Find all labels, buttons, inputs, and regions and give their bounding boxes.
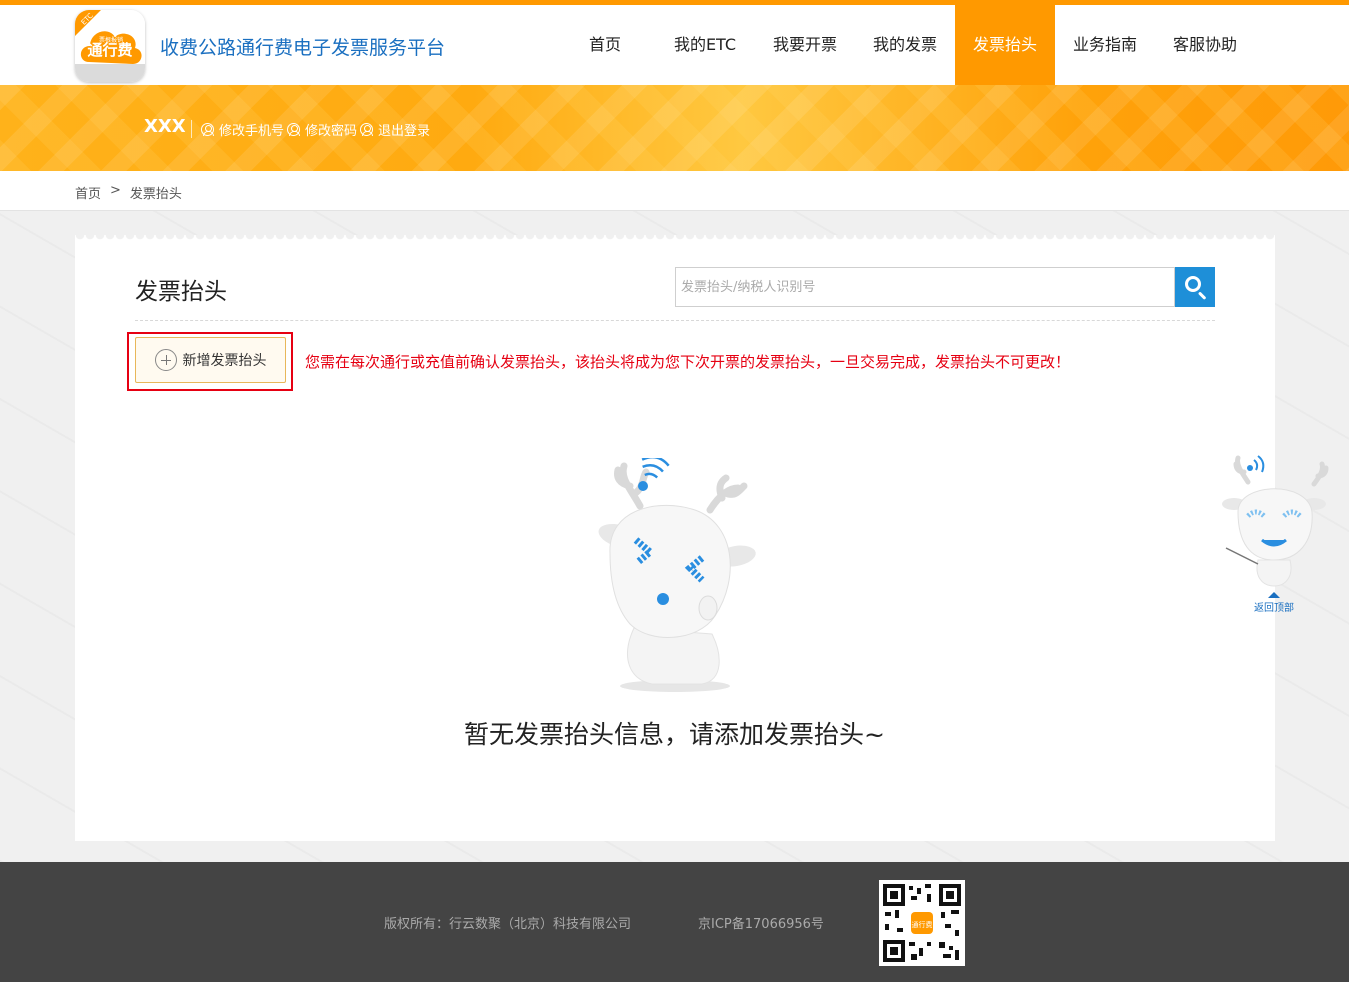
card-edge	[75, 235, 1275, 243]
site-logo[interactable]: ETC 通行费 票根报销	[75, 10, 145, 82]
change-phone-label: 修改手机号	[219, 124, 285, 139]
user-icon	[360, 123, 374, 136]
footer: 版权所有：行云数聚（北京）科技有限公司 京ICP备17066956号 通行费	[0, 862, 1349, 982]
breadcrumb-home[interactable]: 首页	[75, 183, 101, 202]
search-input[interactable]	[676, 268, 1174, 306]
page-title: 发票抬头	[135, 279, 227, 305]
user-icon	[287, 123, 301, 136]
svg-text:通行费: 通行费	[912, 920, 933, 929]
search-icon	[1185, 276, 1201, 292]
breadcrumb-current: 发票抬头	[129, 187, 182, 202]
change-password-label: 修改密码	[305, 124, 358, 139]
breadcrumb: 首页 > 发票抬头	[0, 171, 1349, 211]
qr-code-icon: 通行费	[883, 884, 961, 962]
logout-label: 退出登录	[378, 124, 431, 139]
user-banner: XXX 修改手机号 修改密码 退出登录	[0, 85, 1349, 171]
user-name: XXX	[144, 116, 186, 137]
nav-my-etc[interactable]: 我的ETC	[655, 5, 755, 85]
search-button[interactable]	[1175, 267, 1215, 307]
change-password-link[interactable]: 修改密码	[287, 120, 357, 139]
top-header: ETC 通行费 票根报销 收费公路通行费电子发票服务平台 首页 我的ETC 我要…	[0, 0, 1349, 85]
logo-graphic: ETC 通行费 票根报销	[75, 10, 145, 82]
warning-text: 您需在每次通行或充值前确认发票抬头，该抬头将成为您下次开票的发票抬头，一旦交易完…	[305, 353, 1071, 371]
user-links: 修改手机号 修改密码 退出登录	[201, 120, 430, 139]
back-to-top-mascot[interactable]	[1218, 452, 1330, 612]
user-icon	[201, 123, 214, 136]
site-title: 收费公路通行费电子发票服务平台	[160, 37, 446, 59]
change-phone-link[interactable]: 修改手机号	[201, 120, 284, 139]
divider	[135, 320, 1215, 321]
plus-circle-icon	[154, 349, 177, 371]
add-button-label: 新增发票抬头	[182, 353, 267, 369]
logout-link[interactable]: 退出登录	[360, 120, 430, 139]
breadcrumb-separator: >	[110, 183, 121, 198]
nav-customer-service[interactable]: 客服协助	[1155, 5, 1255, 85]
add-invoice-title-button[interactable]: 新增发票抬头	[135, 337, 286, 383]
icp-link[interactable]: 京ICP备17066956号	[698, 913, 824, 932]
divider	[191, 120, 192, 138]
nav-issue-invoice[interactable]: 我要开票	[755, 5, 855, 85]
back-to-top-label[interactable]: 返回顶部	[1254, 599, 1294, 614]
nav-home[interactable]: 首页	[555, 5, 655, 85]
empty-state-message: 暂无发票抬头信息，请添加发票抬头~	[464, 720, 885, 749]
copyright-text: 版权所有：行云数聚（北京）科技有限公司	[384, 917, 632, 932]
deer-mascot-illustration	[598, 458, 756, 692]
nav-business-guide[interactable]: 业务指南	[1055, 5, 1155, 85]
search-box	[675, 267, 1175, 307]
qr-code: 通行费	[879, 880, 965, 966]
nav-my-invoices[interactable]: 我的发票	[855, 5, 955, 85]
svg-text:票根报销: 票根报销	[99, 36, 123, 44]
nav-invoice-title[interactable]: 发票抬头	[955, 5, 1055, 85]
main-nav: 首页 我的ETC 我要开票 我的发票 发票抬头 业务指南 客服协助	[555, 5, 1255, 85]
